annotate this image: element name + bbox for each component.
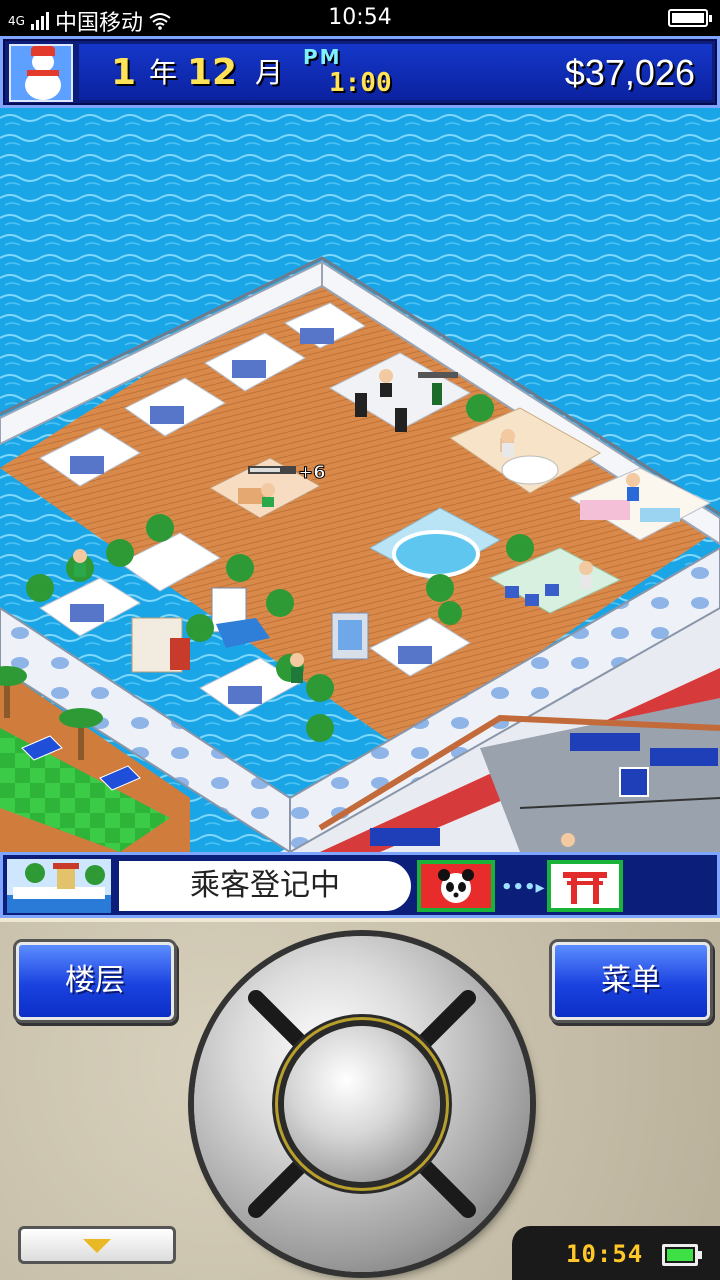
status-time: 10:54 <box>328 5 392 30</box>
game-screen: 4G 中国移动 10:54 1 年 12 月 PM 1:00 $37,026 +… <box>0 0 720 1280</box>
cruise-ship-icon <box>7 859 111 913</box>
ship-scene[interactable]: +6 <box>0 108 720 852</box>
device-clock: 10:54 <box>566 1240 644 1268</box>
control-panel: 楼层 菜单 10:54 <box>0 918 720 1280</box>
game-viewport[interactable]: +6 <box>0 108 720 852</box>
battery-icon <box>668 9 712 27</box>
ampm-indicator: PM <box>303 45 342 69</box>
bonus-popup: +6 <box>298 462 326 483</box>
month-unit: 月 <box>255 56 284 89</box>
floor-button[interactable]: 楼层 <box>16 942 174 1020</box>
arrow-icon: •••▸ <box>501 877 545 898</box>
snowman-icon[interactable] <box>9 44 73 102</box>
scroll-down-button[interactable] <box>18 1226 176 1264</box>
money-display: $37,026 <box>564 52 695 93</box>
event-ticker: 乘客登记中 •••▸ <box>0 852 720 918</box>
top-hud: 1 年 12 月 PM 1:00 $37,026 <box>0 36 720 108</box>
dpad-center-button[interactable] <box>284 1026 440 1182</box>
year-value: 1 <box>111 52 137 93</box>
year-unit: 年 <box>149 56 178 89</box>
torii-gate-icon <box>547 860 623 912</box>
panda-icon <box>417 860 495 912</box>
battery-icon <box>662 1244 702 1266</box>
menu-button[interactable]: 菜单 <box>552 942 710 1020</box>
status-bar: 4G 中国移动 10:54 <box>0 0 720 36</box>
month-value: 12 <box>187 52 238 93</box>
directional-pad[interactable] <box>194 936 530 1272</box>
ticker-message: 乘客登记中 <box>190 868 340 903</box>
chevron-down-icon <box>83 1239 111 1253</box>
device-clock-panel: 10:54 <box>512 1226 720 1280</box>
game-clock: 1:00 <box>329 68 392 98</box>
